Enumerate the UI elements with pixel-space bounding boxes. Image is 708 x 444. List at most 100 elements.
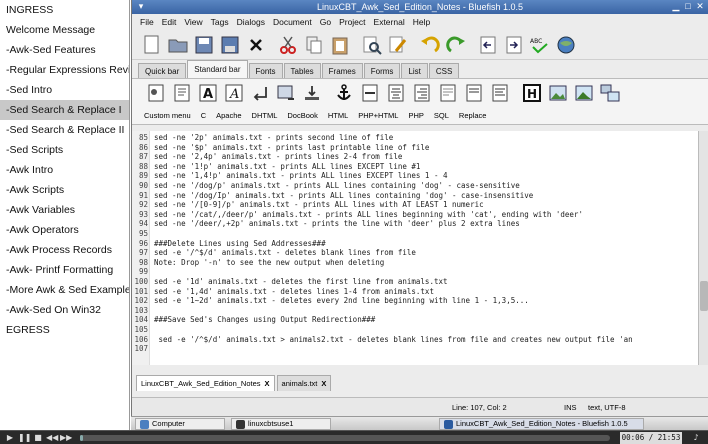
menu-toolbar-dhtml[interactable]: DHTML [252, 111, 278, 120]
break-icon[interactable] [274, 81, 298, 105]
stop-icon[interactable]: ■ [32, 433, 44, 443]
body-icon[interactable] [170, 81, 194, 105]
course-menu-item[interactable]: -Sed Intro [0, 80, 129, 100]
menu-toolbar-php[interactable]: PHP [408, 111, 423, 120]
code-line[interactable]: Note: Drop '-n' to see the new output wh… [154, 258, 384, 267]
close-file-icon[interactable] [244, 33, 268, 57]
menu-toolbar-sql[interactable]: SQL [434, 111, 449, 120]
code-line[interactable]: sed -ne '1!p' animals.txt - prints ALL l… [154, 162, 420, 171]
menu-help[interactable]: Help [409, 14, 434, 30]
horizontal-rule-icon[interactable] [358, 81, 382, 105]
course-menu-item[interactable]: -Awk Scripts [0, 180, 129, 200]
seek-bar[interactable] [80, 435, 610, 441]
course-menu-item[interactable]: -Awk Variables [0, 200, 129, 220]
code-line[interactable]: sed -ne '/dog/Ip' animals.txt - prints A… [154, 191, 533, 200]
code-line[interactable]: ###Save Sed's Changes using Output Redir… [154, 315, 375, 324]
menu-toolbar-custom-menu[interactable]: Custom menu [144, 111, 191, 120]
course-menu-item[interactable]: -Awk- Printf Formatting [0, 260, 129, 280]
menu-toolbar-replace[interactable]: Replace [459, 111, 487, 120]
undo-icon[interactable] [418, 33, 442, 57]
paragraph-icon[interactable] [248, 81, 272, 105]
menu-toolbar-docbook[interactable]: DocBook [287, 111, 317, 120]
menu-toolbar-php-html[interactable]: PHP+HTML [358, 111, 398, 120]
menu-toolbar-html[interactable]: HTML [328, 111, 348, 120]
pause-icon[interactable]: ❚❚ [18, 433, 31, 443]
tab-list[interactable]: List [401, 63, 428, 78]
cut-icon[interactable] [276, 33, 300, 57]
rewind-icon[interactable]: ◀◀ [46, 433, 58, 443]
font-icon[interactable] [488, 81, 512, 105]
multi-thumbnail-icon[interactable] [598, 81, 622, 105]
menu-tags[interactable]: Tags [207, 14, 233, 30]
anchor-icon[interactable] [332, 81, 356, 105]
code-line[interactable]: sed -e '1~2d' animals.txt - deletes ever… [154, 296, 529, 305]
code-line[interactable]: sed -ne '2p' animals.txt - prints second… [154, 133, 393, 142]
document-tab[interactable]: LinuxCBT_Awk_Sed_Edition_Notes X [136, 375, 275, 391]
taskbar-bluefish[interactable]: LinuxCBT_Awk_Sed_Edition_Notes - Bluefis… [439, 418, 644, 430]
menu-go[interactable]: Go [316, 14, 335, 30]
break-clear-icon[interactable] [300, 81, 324, 105]
paste-icon[interactable] [328, 33, 352, 57]
course-menu-item[interactable]: -Awk-Sed On Win32 [0, 300, 129, 320]
menu-file[interactable]: File [136, 14, 158, 30]
scrollbar-thumb[interactable] [700, 281, 708, 311]
title-bar[interactable]: ▾ LinuxCBT_Awk_Sed_Edition_Notes - Bluef… [132, 0, 708, 14]
taskbar-linuxcbtsuse1[interactable]: linuxcbtsuse1 [231, 418, 331, 430]
course-menu-item[interactable]: -Regular Expressions Revi [0, 60, 129, 80]
code-line[interactable]: sed -e '/^$/d' animals.txt - deletes bla… [154, 248, 416, 257]
heading-icon[interactable]: H [520, 81, 544, 105]
shift-left-icon[interactable] [476, 33, 500, 57]
code-line[interactable]: sed -e '1d' animals.txt - deletes the fi… [154, 277, 448, 286]
maximize-icon[interactable]: □ [682, 1, 694, 12]
course-menu-item[interactable]: -Awk Operators [0, 220, 129, 240]
thumbnail-icon[interactable] [572, 81, 596, 105]
vertical-scrollbar[interactable] [699, 131, 708, 365]
code-line[interactable]: sed -ne '/dog/p' animals.txt - prints AL… [154, 181, 520, 190]
minimize-icon[interactable]: ▁ [670, 1, 682, 12]
close-tab-icon[interactable]: X [265, 376, 270, 391]
course-menu-item[interactable]: -Awk Process Records [0, 240, 129, 260]
window-menu-icon[interactable]: ▾ [135, 1, 147, 12]
document-tab[interactable]: animals.txt X [276, 375, 332, 391]
code-line[interactable]: sed -e '/^$/d' animals.txt > animals2.tx… [154, 335, 633, 344]
menu-view[interactable]: View [180, 14, 206, 30]
bold-icon[interactable]: A [196, 81, 220, 105]
tab-tables[interactable]: Tables [283, 63, 321, 78]
course-menu-item[interactable]: -Sed Search & Replace II [0, 120, 129, 140]
code-line[interactable]: sed -ne '/deer/,+2p' animals.txt - print… [154, 219, 520, 228]
taskbar-computer[interactable]: Computer [135, 418, 225, 430]
course-menu-item[interactable]: -Sed Search & Replace I [0, 100, 129, 120]
code-line[interactable]: sed -ne '2,4p' animals.txt - prints line… [154, 152, 402, 161]
code-line[interactable]: ###Delete Lines using Sed Addresses### [154, 239, 326, 248]
find-icon[interactable] [360, 33, 384, 57]
menu-toolbar-apache[interactable]: Apache [216, 111, 241, 120]
save-as-icon[interactable] [218, 33, 242, 57]
new-file-icon[interactable] [140, 33, 164, 57]
code-line[interactable]: sed -e '1,4d' animals.txt - deletes line… [154, 287, 434, 296]
quickstart-icon[interactable] [144, 81, 168, 105]
forward-icon[interactable]: ▶▶ [60, 433, 72, 443]
comment-icon[interactable] [436, 81, 460, 105]
tab-standard-bar[interactable]: Standard bar [187, 60, 248, 78]
center-icon[interactable] [384, 81, 408, 105]
menu-external[interactable]: External [370, 14, 409, 30]
play-icon[interactable]: ▶ [4, 433, 16, 443]
course-menu-item[interactable]: -Awk-Sed Features [0, 40, 129, 60]
spell-check-icon[interactable]: ABC [528, 33, 552, 57]
code-line[interactable]: sed -ne '/[0-9]/p' animals.txt - prints … [154, 200, 484, 209]
insert-image-icon[interactable] [546, 81, 570, 105]
code-line[interactable]: sed -ne '$p' animals.txt - prints last p… [154, 143, 429, 152]
volume-icon[interactable]: ♪ [690, 433, 702, 443]
menu-toolbar-c[interactable]: C [201, 111, 206, 120]
course-menu-item[interactable]: -More Awk & Sed Examples [0, 280, 129, 300]
course-menu-item[interactable]: Welcome Message [0, 20, 129, 40]
close-icon[interactable]: ✕ [694, 1, 706, 12]
open-file-icon[interactable] [166, 33, 190, 57]
menu-project[interactable]: Project [335, 14, 369, 30]
tab-css[interactable]: CSS [428, 63, 460, 78]
menu-dialogs[interactable]: Dialogs [233, 14, 269, 30]
shift-right-icon[interactable] [502, 33, 526, 57]
menu-edit[interactable]: Edit [158, 14, 181, 30]
replace-icon[interactable] [386, 33, 410, 57]
right-justify-icon[interactable] [410, 81, 434, 105]
